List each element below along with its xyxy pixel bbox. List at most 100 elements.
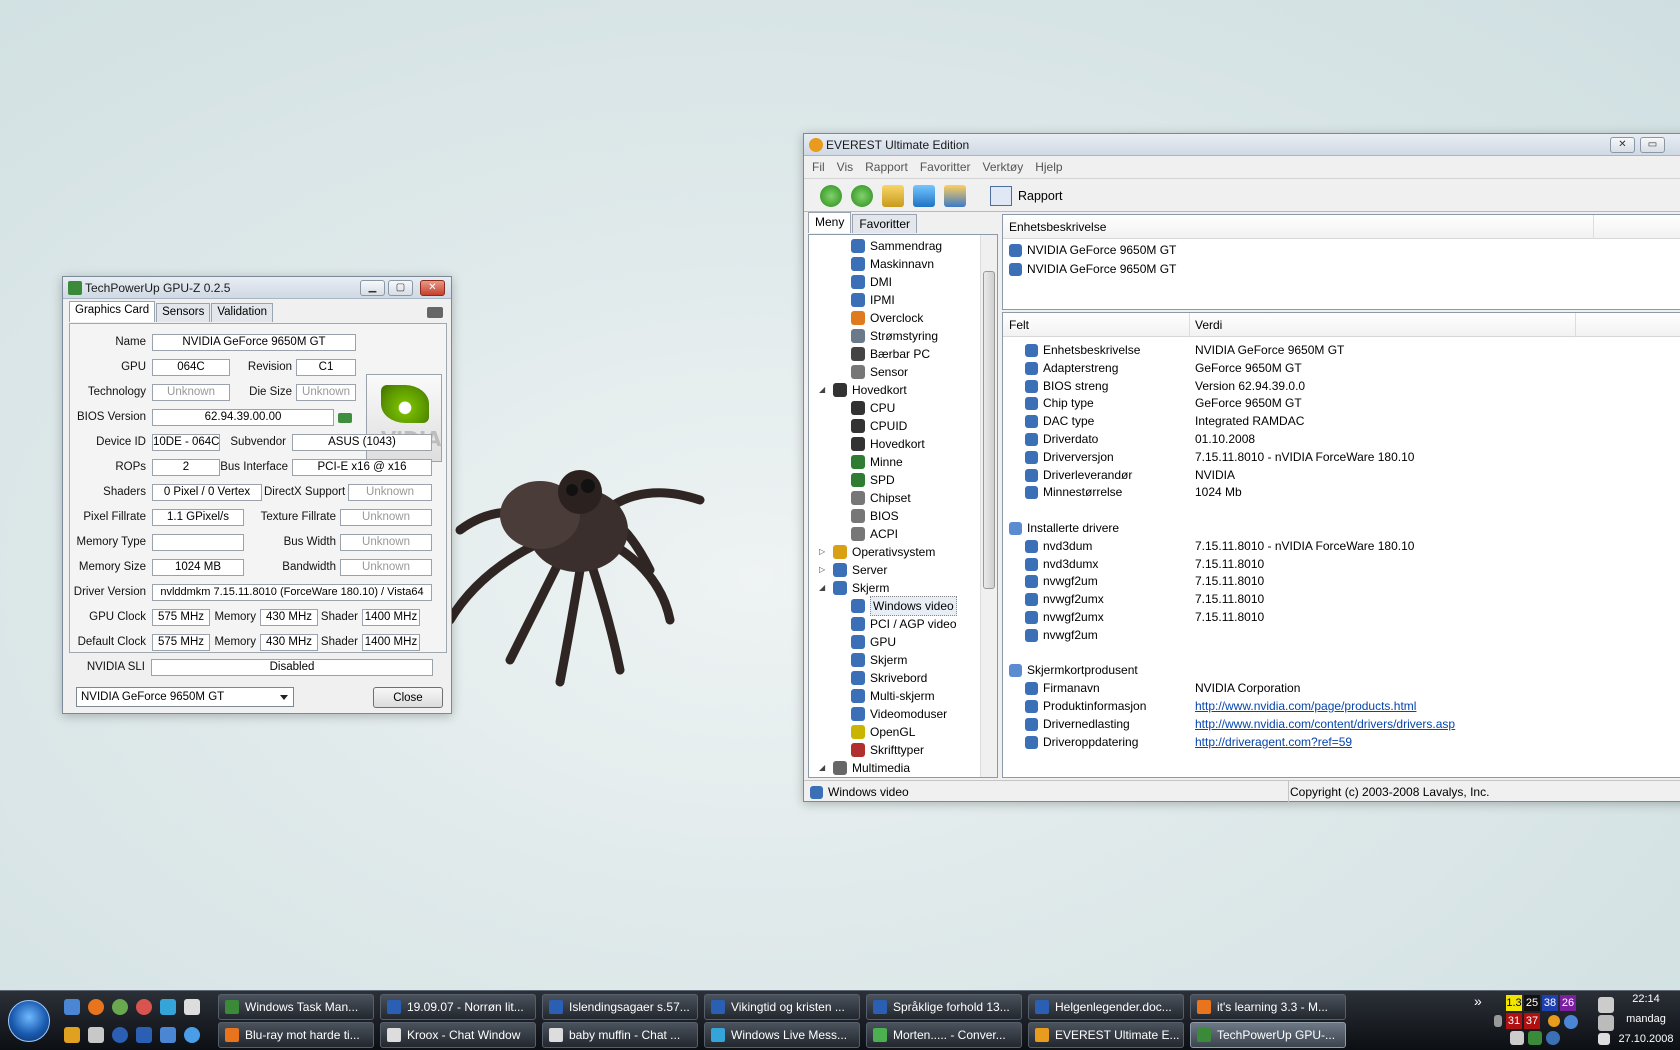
tray-temperature-indicator[interactable]: 38 bbox=[1542, 995, 1558, 1011]
tree-item[interactable]: ▷ Server bbox=[819, 561, 887, 579]
detail-row[interactable]: Enhetsbeskrivelse bbox=[1025, 341, 1140, 360]
detail-row[interactable]: nvwgf2umx bbox=[1025, 590, 1104, 609]
tree-item[interactable]: DMI bbox=[851, 273, 892, 291]
close-button[interactable]: Close bbox=[373, 687, 443, 708]
detail-row[interactable]: Adapterstreng bbox=[1025, 359, 1118, 378]
menu-vis[interactable]: Vis bbox=[837, 160, 853, 174]
tray-app-icon[interactable] bbox=[1546, 1031, 1560, 1045]
menu-verktoy[interactable]: Verktøy bbox=[983, 160, 1024, 174]
menu-favoritter[interactable]: Favoritter bbox=[920, 160, 971, 174]
tray-app-icon[interactable] bbox=[1528, 1031, 1542, 1045]
forward-arrow-icon[interactable] bbox=[851, 185, 873, 207]
bolt-icon[interactable] bbox=[64, 1027, 80, 1043]
detail-row[interactable]: nvwgf2um bbox=[1025, 572, 1098, 591]
clock-date[interactable]: 27.10.2008 bbox=[1618, 1033, 1674, 1045]
detail-row[interactable]: BIOS streng bbox=[1025, 377, 1108, 396]
tree-item[interactable]: Windows video bbox=[851, 596, 957, 616]
tree-expander-icon[interactable]: ◢ bbox=[819, 579, 825, 597]
default-memory-field[interactable]: 430 MHz bbox=[260, 634, 318, 651]
tree-item[interactable]: BIOS bbox=[851, 507, 899, 525]
detail-row[interactable]: Produktinformasjon bbox=[1025, 697, 1146, 716]
taskbar-button[interactable]: baby muffin - Chat ... bbox=[542, 1022, 698, 1048]
gpu-clock-field[interactable]: 575 MHz bbox=[152, 609, 210, 626]
field-column-header[interactable]: Felt bbox=[1009, 313, 1029, 337]
tree-item[interactable]: Bærbar PC bbox=[851, 345, 930, 363]
up-folder-icon[interactable] bbox=[882, 185, 904, 207]
report-button[interactable]: Rapport bbox=[990, 184, 1062, 208]
tree-item[interactable]: Videomoduser bbox=[851, 705, 947, 723]
camera-icon[interactable] bbox=[427, 307, 443, 318]
tree-item[interactable]: Chipset bbox=[851, 489, 911, 507]
printer-icon[interactable] bbox=[88, 1027, 104, 1043]
tree-item[interactable]: IPMI bbox=[851, 291, 895, 309]
tray-app-icon[interactable] bbox=[1510, 1031, 1524, 1045]
name-field[interactable]: NVIDIA GeForce 9650M GT bbox=[152, 334, 356, 351]
maximize-button[interactable]: ▢ bbox=[388, 280, 413, 296]
clock-time[interactable]: 22:14 bbox=[1618, 993, 1674, 1005]
tree-item[interactable]: Hovedkort bbox=[851, 435, 925, 453]
users-icon[interactable] bbox=[944, 185, 966, 207]
tree-scrollbar[interactable] bbox=[980, 235, 997, 777]
tree-expander-icon[interactable]: ◢ bbox=[819, 381, 825, 399]
taskbar-button[interactable]: it's learning 3.3 - M... bbox=[1190, 994, 1346, 1020]
tree-item[interactable]: Multi-skjerm bbox=[851, 687, 935, 705]
taskbar-button[interactable]: Kroox - Chat Window bbox=[380, 1022, 536, 1048]
battery-icon[interactable] bbox=[1598, 1015, 1614, 1031]
default-shader-field[interactable]: 1400 MHz bbox=[362, 634, 420, 651]
refresh-icon[interactable] bbox=[913, 185, 935, 207]
detail-row[interactable]: Driverversjon bbox=[1025, 448, 1114, 467]
tree-item[interactable]: ◢ Multimedia bbox=[819, 759, 910, 777]
taskbar-button[interactable]: Windows Live Mess... bbox=[704, 1022, 860, 1048]
tree-item[interactable]: Sammendrag bbox=[851, 237, 942, 255]
clock-day[interactable]: mandag bbox=[1618, 1013, 1674, 1025]
detail-row[interactable]: Driverdato bbox=[1025, 430, 1098, 449]
tray-app-icon[interactable] bbox=[1548, 1015, 1560, 1027]
die-size-field[interactable]: Unknown bbox=[296, 384, 356, 401]
detail-row[interactable]: nvwgf2umx bbox=[1025, 608, 1104, 627]
tree-item[interactable]: Minne bbox=[851, 453, 903, 471]
technology-field[interactable]: Unknown bbox=[152, 384, 230, 401]
show-desktop-icon[interactable] bbox=[64, 999, 80, 1015]
shader-clock-field[interactable]: 1400 MHz bbox=[362, 609, 420, 626]
tree-expander-icon[interactable]: ◢ bbox=[819, 759, 825, 777]
detail-row[interactable]: Driveroppdatering bbox=[1025, 733, 1138, 752]
detail-row[interactable]: Drivernedlasting bbox=[1025, 715, 1130, 734]
tree-item[interactable]: Sensor bbox=[851, 363, 908, 381]
taskbar-button[interactable]: Helgenlegender.doc... bbox=[1028, 994, 1184, 1020]
card-select-dropdown[interactable]: NVIDIA GeForce 9650M GT bbox=[76, 687, 294, 707]
tab-sensors[interactable]: Sensors bbox=[156, 303, 211, 322]
detail-row[interactable]: nvwgf2um bbox=[1025, 626, 1098, 645]
tray-back-arrow-icon[interactable] bbox=[1494, 1015, 1502, 1027]
field-value-link[interactable]: http://www.nvidia.com/content/drivers/dr… bbox=[1195, 715, 1455, 734]
taskbar-button[interactable]: Windows Task Man... bbox=[218, 994, 374, 1020]
tree-item[interactable]: GPU bbox=[851, 633, 896, 651]
rops-field[interactable]: 2 bbox=[152, 459, 220, 476]
maximize-button[interactable]: ▭ bbox=[1640, 137, 1665, 153]
tree-expander-icon[interactable]: ▷ bbox=[819, 561, 825, 579]
taskbar-button[interactable]: TechPowerUp GPU-... bbox=[1190, 1022, 1346, 1048]
network-icon[interactable] bbox=[1598, 997, 1614, 1013]
device-column-header[interactable]: Enhetsbeskrivelse bbox=[1003, 215, 1680, 239]
terminal-icon[interactable] bbox=[184, 999, 200, 1015]
tree-item[interactable]: Maskinnavn bbox=[851, 255, 934, 273]
tree-item[interactable]: CPU bbox=[851, 399, 895, 417]
start-button[interactable] bbox=[8, 1000, 50, 1042]
tray-expand-chevron[interactable]: » bbox=[1474, 993, 1482, 1009]
default-clock-field[interactable]: 575 MHz bbox=[152, 634, 210, 651]
tab-meny[interactable]: Meny bbox=[808, 212, 852, 233]
menu-fil[interactable]: Fil bbox=[812, 160, 825, 174]
detail-row[interactable]: Firmanavn bbox=[1025, 679, 1100, 698]
tree-item[interactable]: Overclock bbox=[851, 309, 923, 327]
taskbar-button[interactable]: Språklige forhold 13... bbox=[866, 994, 1022, 1020]
tree-item[interactable]: Skrifttyper bbox=[851, 741, 924, 759]
media-icon[interactable] bbox=[136, 999, 152, 1015]
app-icon[interactable] bbox=[136, 1027, 152, 1043]
minimize-button[interactable]: ▁ bbox=[360, 280, 385, 296]
field-value-link[interactable]: http://driveragent.com?ref=59 bbox=[1195, 733, 1352, 752]
taskbar-button[interactable]: 19.09.07 - Norrøn lit... bbox=[380, 994, 536, 1020]
taskbar-button[interactable]: Islendingsagaer s.57... bbox=[542, 994, 698, 1020]
internet-explorer-icon[interactable] bbox=[184, 1027, 200, 1043]
tray-temperature-indicator[interactable]: 26 bbox=[1560, 995, 1576, 1011]
tray-app-icon[interactable] bbox=[1564, 1015, 1578, 1029]
tree-item[interactable]: Skjerm bbox=[851, 651, 907, 669]
